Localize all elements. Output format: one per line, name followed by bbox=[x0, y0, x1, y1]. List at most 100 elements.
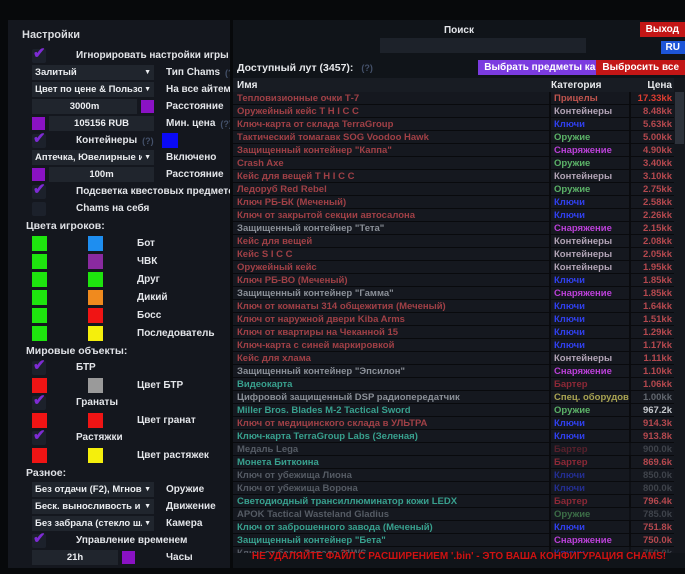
color-swatch[interactable] bbox=[88, 413, 103, 428]
dropdown[interactable]: Без забрала (стекло шлема)▼ bbox=[32, 516, 154, 531]
dropdown[interactable]: Цвет по цене & Пользователь▼ bbox=[32, 82, 154, 97]
loot-row[interactable]: Медаль LegaБартер900.0k bbox=[233, 443, 674, 456]
loot-row[interactable]: Ключ РБ-ВО (Меченый)Ключи1.85kk bbox=[233, 274, 674, 287]
table-scrollbar[interactable] bbox=[674, 78, 685, 553]
loot-row[interactable]: Защищенный контейнер "Эпсилон"Снаряжение… bbox=[233, 365, 674, 378]
item-name: Медаль Lega bbox=[233, 443, 551, 455]
dropdown-value: Беск. выносливость и нет уста bbox=[35, 501, 142, 512]
checkbox-checked[interactable] bbox=[32, 49, 46, 63]
loot-row[interactable]: Кейс для хламаКонтейнеры1.11kk bbox=[233, 352, 674, 365]
loot-row[interactable]: Ключ от заброшенного завода (Меченый)Клю… bbox=[233, 521, 674, 534]
text-input[interactable]: 100m bbox=[49, 167, 154, 182]
config-warning-text: НЕ УДАЛЯЙТЕ ФАЙЛ С РАСШИРЕНИЕМ '.bin' - … bbox=[233, 551, 685, 562]
input-label: Расстояние bbox=[166, 169, 224, 180]
color-swatch[interactable] bbox=[32, 290, 47, 305]
loot-row[interactable]: Ключ от квартиры на Чеканной 15Ключи1.29… bbox=[233, 326, 674, 339]
color-swatch[interactable] bbox=[32, 326, 47, 341]
loot-row[interactable]: Кейс для вещейКонтейнеры2.08kk bbox=[233, 235, 674, 248]
discard-all-button[interactable]: Выбросить все bbox=[596, 60, 685, 75]
loot-row[interactable]: Кейс S I C CКонтейнеры2.05kk bbox=[233, 248, 674, 261]
dropdown[interactable]: Без отдачи (F2), Мгновенное п▼ bbox=[32, 482, 154, 497]
loot-row[interactable]: Crash AxeОружие3.40kk bbox=[233, 157, 674, 170]
checkbox-checked[interactable] bbox=[32, 431, 46, 445]
loot-row[interactable]: Miller Bros. Blades M-2 Tactical SwordОр… bbox=[233, 404, 674, 417]
color-swatch[interactable] bbox=[88, 448, 103, 463]
scrollbar-thumb[interactable] bbox=[675, 92, 684, 144]
checkbox-checked[interactable] bbox=[32, 185, 46, 199]
chevron-down-icon: ▼ bbox=[144, 69, 151, 76]
dropdown[interactable]: Беск. выносливость и нет уста▼ bbox=[32, 499, 154, 514]
dropdown-value: Без отдачи (F2), Мгновенное п bbox=[35, 484, 142, 495]
exit-button[interactable]: Выход bbox=[640, 22, 685, 37]
loot-row[interactable]: Ключ от закрытой секции автосалонаКлючи2… bbox=[233, 209, 674, 222]
color-swatch[interactable] bbox=[32, 308, 47, 323]
dropdown[interactable]: Аптечка, Ювелирные и...▼ bbox=[32, 150, 154, 165]
search-input[interactable] bbox=[380, 38, 586, 53]
color-label: Цвет гранат bbox=[137, 415, 196, 426]
loot-row[interactable]: Защищенный контейнер "Бета"Снаряжение750… bbox=[233, 534, 674, 547]
color-swatch[interactable] bbox=[88, 378, 103, 393]
text-input[interactable]: 105156 RUB bbox=[49, 116, 154, 131]
loot-row[interactable]: Ключ от комнаты 314 общежития (Меченый)К… bbox=[233, 300, 674, 313]
loot-row[interactable]: Ключ от наружной двери Kiba ArmsКлючи1.5… bbox=[233, 313, 674, 326]
color-swatch[interactable] bbox=[88, 236, 103, 251]
loot-row[interactable]: Ледоруб Red RebelОружие2.75kk bbox=[233, 183, 674, 196]
loot-row[interactable]: Оружейный кейс T H I C CКонтейнеры8.48kk bbox=[233, 105, 674, 118]
color-swatch[interactable] bbox=[88, 308, 103, 323]
loot-row[interactable]: APOK Tactical Wasteland GladiusОружие785… bbox=[233, 508, 674, 521]
color-label: Дикий bbox=[137, 292, 168, 303]
column-header-category[interactable]: Категория bbox=[551, 80, 631, 91]
loot-row[interactable]: Цифровой защищенный DSP радиопередатчикС… bbox=[233, 391, 674, 404]
color-swatch[interactable] bbox=[88, 290, 103, 305]
color-swatch[interactable] bbox=[88, 254, 103, 269]
item-price: 2.15kk bbox=[631, 223, 674, 234]
dropdown[interactable]: Залитый▼ bbox=[32, 65, 154, 80]
item-category: Контейнеры bbox=[551, 352, 631, 364]
color-swatch[interactable] bbox=[32, 254, 47, 269]
loot-row[interactable]: Защищенный контейнер "Тета"Снаряжение2.1… bbox=[233, 222, 674, 235]
color-swatch[interactable] bbox=[88, 272, 103, 287]
color-swatch[interactable] bbox=[32, 448, 47, 463]
color-swatch[interactable] bbox=[122, 551, 135, 564]
item-category: Снаряжение bbox=[551, 287, 631, 299]
loot-row[interactable]: Защищенный контейнер "Каппа"Снаряжение4.… bbox=[233, 144, 674, 157]
loot-row[interactable]: Монета БиткоинаБартер869.6k bbox=[233, 456, 674, 469]
loot-row[interactable]: Ключ РБ-БК (Меченый)Ключи2.58kk bbox=[233, 196, 674, 209]
loot-row[interactable]: Светодиодный трансиллюминатор кожи LEDXБ… bbox=[233, 495, 674, 508]
loot-row[interactable]: Ключ от убежища ЛионаКлючи850.0k bbox=[233, 469, 674, 482]
checkbox-checked[interactable] bbox=[32, 396, 46, 410]
loot-row[interactable]: Ключ-карта с синей маркировкойКлючи1.17k… bbox=[233, 339, 674, 352]
loot-row[interactable]: ВидеокартаБартер1.06kk bbox=[233, 378, 674, 391]
sidebar-rows: Игнорировать настройки игры(?)Залитый▼Ти… bbox=[8, 48, 230, 565]
item-name: Тактический томагавк SOG Voodoo Hawk bbox=[233, 131, 551, 143]
loot-row[interactable]: Ключ от убежища ВоронаКлючи800.0k bbox=[233, 482, 674, 495]
color-swatch[interactable] bbox=[32, 272, 47, 287]
checkbox-checked[interactable] bbox=[32, 361, 46, 375]
language-button[interactable]: RU bbox=[661, 41, 685, 54]
text-input[interactable]: 3000m bbox=[32, 99, 137, 114]
checkbox-unchecked[interactable] bbox=[32, 202, 46, 216]
color-swatch[interactable] bbox=[162, 133, 178, 148]
chevron-down-icon: ▼ bbox=[144, 154, 151, 161]
loot-row[interactable]: Тактический томагавк SOG Voodoo HawkОруж… bbox=[233, 131, 674, 144]
column-header-price[interactable]: Цена bbox=[631, 80, 674, 91]
loot-row[interactable]: Оружейный кейсКонтейнеры1.95kk bbox=[233, 261, 674, 274]
item-category: Оружие bbox=[551, 508, 631, 520]
loot-row[interactable]: Тепловизионные очки Т-7Прицелы17.33kk bbox=[233, 92, 674, 105]
checkbox-checked[interactable] bbox=[32, 534, 46, 548]
color-swatch[interactable] bbox=[32, 236, 47, 251]
checkbox-checked[interactable] bbox=[32, 134, 46, 148]
color-swatch[interactable] bbox=[141, 100, 154, 113]
checkbox-label: Подсветка квестовых предметов bbox=[76, 186, 230, 197]
item-price: 4.90kk bbox=[631, 145, 674, 156]
loot-row[interactable]: Ключ-карта TerraGroup Labs (Зеленая)Ключ… bbox=[233, 430, 674, 443]
text-input[interactable]: 21h bbox=[32, 550, 118, 565]
item-category: Ключи bbox=[551, 209, 631, 221]
item-name: Кейс S I C C bbox=[233, 248, 551, 260]
color-swatch[interactable] bbox=[88, 326, 103, 341]
loot-row[interactable]: Кейс для вещей T H I C CКонтейнеры3.10kk bbox=[233, 170, 674, 183]
loot-row[interactable]: Ключ от медицинского склада в УЛЬТРАКлюч… bbox=[233, 417, 674, 430]
loot-row[interactable]: Ключ-карта от склада TerraGroupКлючи5.63… bbox=[233, 118, 674, 131]
column-header-name[interactable]: Имя bbox=[233, 80, 551, 91]
loot-row[interactable]: Защищенный контейнер "Гамма"Снаряжение1.… bbox=[233, 287, 674, 300]
